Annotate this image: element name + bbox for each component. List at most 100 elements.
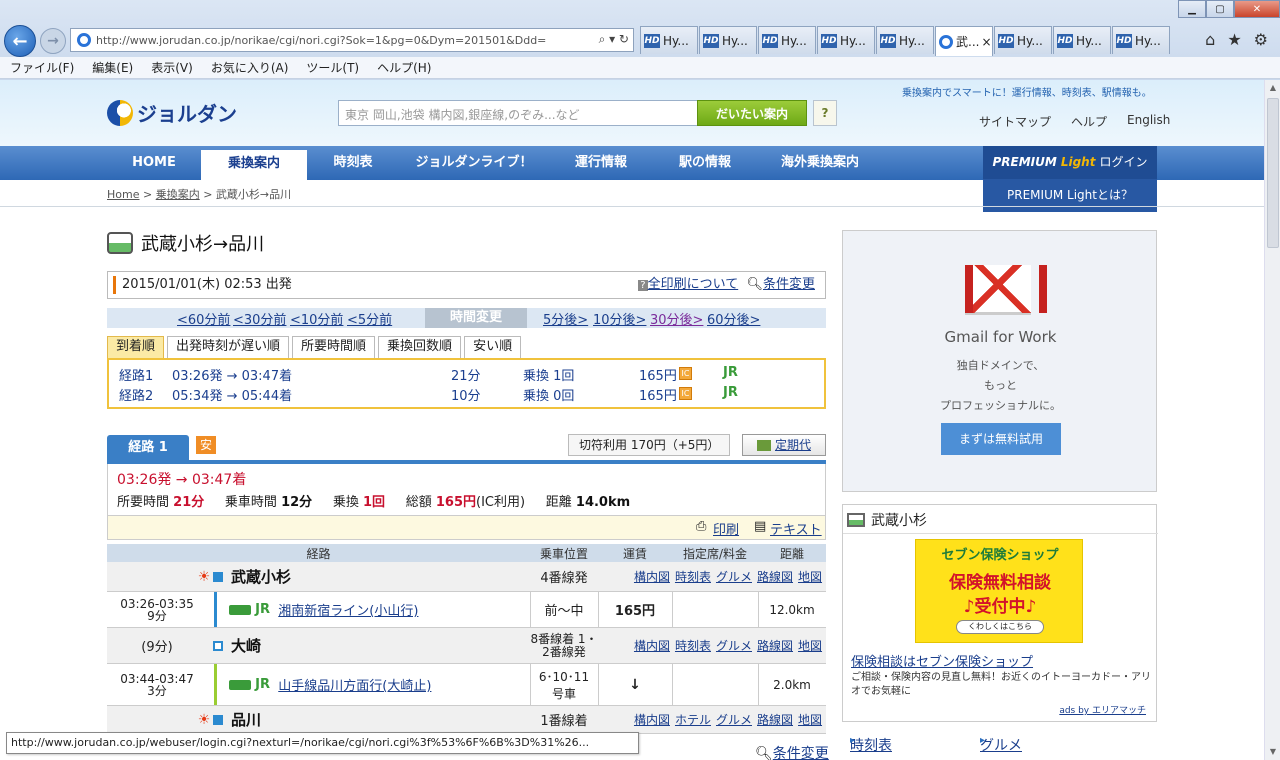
sort-late-departure[interactable]: 出発時刻が遅い順	[167, 336, 290, 358]
map-link[interactable]: 地図	[798, 711, 822, 728]
line-link[interactable]: 山手線品川方面行(大崎止)	[278, 675, 431, 694]
menu-view[interactable]: 表示(V)	[151, 59, 193, 76]
print-link[interactable]: 印刷	[713, 519, 739, 538]
english-link[interactable]: English	[1127, 113, 1170, 130]
route-map-link[interactable]: 路線図	[757, 637, 793, 654]
maximize-icon[interactable]: ▢	[1206, 0, 1234, 18]
search-refresh-icon[interactable]: ⌕ ▾ ↻	[599, 32, 629, 47]
nav-overseas[interactable]: 海外乗換案内	[757, 146, 883, 180]
menu-help[interactable]: ヘルプ(H)	[377, 59, 431, 76]
text-link[interactable]: テキスト	[770, 519, 822, 538]
hotel-link[interactable]: ホテル	[675, 711, 711, 728]
search-help-button[interactable]: ?	[813, 100, 837, 126]
time-60-after[interactable]: 60分後>	[707, 309, 760, 328]
time-5-after[interactable]: 5分後>	[543, 309, 588, 328]
time-5-before[interactable]: <5分前	[347, 309, 392, 328]
menu-edit[interactable]: 編集(E)	[92, 59, 133, 76]
sort-duration[interactable]: 所要時間順	[292, 336, 376, 358]
timetable-link[interactable]: 時刻表	[675, 637, 711, 654]
home-icon[interactable]: ⌂	[1205, 30, 1215, 49]
route-map-link[interactable]: 路線図	[757, 568, 793, 585]
print-all-link[interactable]: 全印刷について	[648, 277, 739, 292]
route-row-2[interactable]: 経路2 05:34発 → 05:44着 10分 乗換 0回 165円 IC JR	[109, 385, 824, 405]
ad-cta-button[interactable]: まずは無料試用	[941, 423, 1061, 455]
tab-hy-4[interactable]: HD Hy...	[817, 26, 875, 54]
time-30-after[interactable]: 30分後>	[650, 309, 703, 328]
tab-active-jorudan[interactable]: 武... ×	[935, 26, 993, 56]
route-map-link[interactable]: 路線図	[757, 711, 793, 728]
tab-hy-8[interactable]: HD Hy...	[1112, 26, 1170, 54]
menu-file[interactable]: ファイル(F)	[10, 59, 74, 76]
minimize-icon[interactable]: ▁	[1178, 0, 1206, 18]
cheapest-badge: 安	[196, 436, 216, 454]
nav-norikae[interactable]: 乗換案内	[201, 150, 307, 180]
map-link[interactable]: 地図	[798, 568, 822, 585]
search-button[interactable]: だいたい案内	[697, 100, 807, 126]
favorites-star-icon[interactable]: ★	[1227, 30, 1241, 49]
change-conditions-bottom-link[interactable]: 条件変更	[773, 746, 829, 760]
time-10-before[interactable]: <10分前	[290, 309, 343, 328]
nav-timetable[interactable]: 時刻表	[307, 146, 399, 180]
change-conditions-link[interactable]: 条件変更	[763, 277, 815, 292]
station-map-link[interactable]: 構内図	[634, 711, 670, 728]
sort-transfers[interactable]: 乗換回数順	[378, 336, 462, 358]
scroll-thumb[interactable]	[1267, 98, 1279, 248]
tab-hy-1[interactable]: HD Hy...	[640, 26, 698, 54]
sort-cheapest[interactable]: 安い順	[464, 336, 522, 358]
promo-text[interactable]: 乗換案内でスマートに！運行情報、時刻表、駅情報も。	[902, 84, 1152, 99]
close-window-icon[interactable]: ✕	[1234, 0, 1280, 18]
tab-hy-5[interactable]: HD Hy...	[876, 26, 934, 54]
route-row-1[interactable]: 経路1 03:26発 → 03:47着 21分 乗換 1回 165円 IC JR	[109, 365, 824, 385]
route-1-tab[interactable]: 経路 1	[107, 435, 189, 461]
timetable-link[interactable]: 時刻表	[675, 568, 711, 585]
insurance-banner[interactable]: セブン保険ショップ 保険無料相談 ♪受付中♪ くわしくはこちら	[915, 539, 1083, 643]
time-10-after[interactable]: 10分後>	[593, 309, 646, 328]
nav-status[interactable]: 運行情報	[549, 146, 653, 180]
time-30-before[interactable]: <30分前	[233, 309, 286, 328]
ads-by-link[interactable]: ads by エリアマッチ	[1059, 703, 1146, 716]
nav-home[interactable]: HOME	[107, 146, 201, 180]
breadcrumb-norikae[interactable]: 乗換案内	[156, 188, 200, 201]
scroll-up-icon[interactable]: ▲	[1265, 80, 1280, 96]
tab-hy-7[interactable]: HD Hy...	[1053, 26, 1111, 54]
time-60-before[interactable]: <60分前	[177, 309, 230, 328]
station-name[interactable]: 武蔵小杉	[231, 562, 291, 591]
commuter-pass-button[interactable]: 定期代	[742, 434, 826, 456]
breadcrumb-home[interactable]: Home	[107, 188, 139, 201]
menu-favorites[interactable]: お気に入り(A)	[211, 59, 289, 76]
insurance-link[interactable]: 保険相談はセブン保険ショップ	[851, 651, 1033, 670]
nav-live[interactable]: ジョルダンライブ！	[399, 146, 549, 180]
address-bar[interactable]: http://www.jorudan.co.jp/norikae/cgi/nor…	[70, 28, 634, 52]
back-button[interactable]: ←	[4, 25, 36, 57]
sitemap-link[interactable]: サイトマップ	[979, 113, 1051, 130]
tab-hy-6[interactable]: HD Hy...	[994, 26, 1052, 54]
banner-button[interactable]: くわしくはこちら	[956, 620, 1044, 634]
sort-arrival[interactable]: 到着順	[107, 336, 165, 358]
settings-gear-icon[interactable]: ⚙	[1254, 30, 1268, 49]
station-map-link[interactable]: 構内図	[634, 637, 670, 654]
close-tab-icon[interactable]: ×	[981, 35, 991, 49]
gourmet-link[interactable]: グルメ	[716, 711, 752, 728]
sidebar-link-timetable[interactable]: ▸ 時刻表	[850, 735, 892, 755]
sidebar-link-gourmet[interactable]: ▸ グルメ	[980, 735, 1022, 755]
map-link[interactable]: 地図	[798, 637, 822, 654]
jorudan-logo[interactable]: ジョルダン	[107, 98, 237, 127]
gourmet-link[interactable]: グルメ	[716, 637, 752, 654]
tab-hy-2[interactable]: HD Hy...	[699, 26, 757, 54]
search-input[interactable]: 東京 岡山,池袋 構内図,銀座線,のぞみ...など	[338, 100, 698, 126]
gourmet-link[interactable]: グルメ	[716, 568, 752, 585]
premium-login-button[interactable]: PREMIUM Light ログイン	[983, 146, 1157, 179]
vertical-scrollbar[interactable]: ▲ ▼	[1264, 80, 1280, 760]
forward-button[interactable]: →	[40, 28, 66, 54]
scroll-down-icon[interactable]: ▼	[1265, 744, 1280, 760]
line-link[interactable]: 湘南新宿ライン(小山行)	[278, 600, 418, 619]
gmail-ad[interactable]: Gmail for Work 独自ドメインで、 もっと プロフェッショナルに。 …	[842, 230, 1157, 492]
station-name[interactable]: 大崎	[231, 628, 261, 663]
station-name[interactable]: 品川	[231, 706, 261, 733]
station-map-link[interactable]: 構内図	[634, 568, 670, 585]
help-link[interactable]: ヘルプ	[1071, 113, 1107, 130]
menu-tools[interactable]: ツール(T)	[306, 59, 359, 76]
premium-about-link[interactable]: PREMIUM Lightとは？	[983, 179, 1157, 212]
nav-station-info[interactable]: 駅の情報	[653, 146, 757, 180]
tab-hy-3[interactable]: HD Hy...	[758, 26, 816, 54]
